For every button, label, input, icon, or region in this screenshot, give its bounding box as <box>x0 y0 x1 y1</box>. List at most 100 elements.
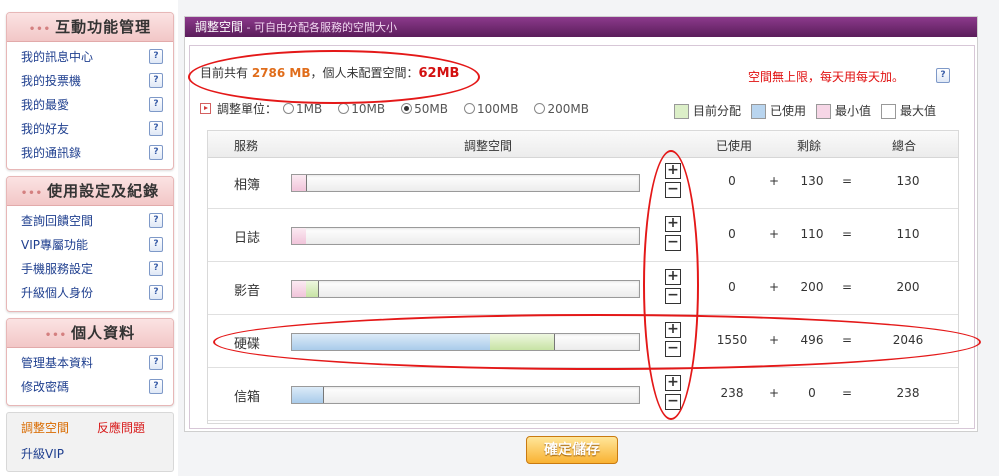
total-value: 110 <box>896 227 920 241</box>
radio-10mb[interactable]: 10MB <box>338 102 385 116</box>
save-button[interactable]: 確定儲存 <box>526 436 618 464</box>
menu-item-feedback-space[interactable]: 查詢回饋空間? <box>7 208 173 232</box>
table-row: 硬碟 + − 1550 + 496 = 2046 <box>208 317 958 368</box>
remaining-value: 0 <box>808 386 816 400</box>
table-row: 影音 + − 0 + 200 = 200 <box>208 264 958 315</box>
arrow-right-icon <box>200 103 211 114</box>
total-space: 2786 MB <box>251 66 311 80</box>
link-adjust-space[interactable]: 調整空間 <box>21 419 69 436</box>
remaining-value: 130 <box>800 174 824 188</box>
service-name: 影音 <box>234 284 261 299</box>
header-remaining: 剩餘 <box>797 139 822 153</box>
menu-item-profile[interactable]: 管理基本資料? <box>7 350 173 374</box>
minus-button[interactable]: − <box>665 341 681 357</box>
menu-item-upgrade[interactable]: 升級個人身份? <box>7 280 173 304</box>
radio-100mb[interactable]: 100MB <box>463 102 518 116</box>
space-summary: 目前共有 2786 MB，個人未配置空間：62MB <box>200 64 459 81</box>
bar-alloc-segment <box>306 281 318 297</box>
adjust-buttons: + − <box>665 269 681 307</box>
adjust-buttons: + − <box>665 163 681 201</box>
panel-title: ••• 使用設定及紀錄 <box>7 177 173 206</box>
help-icon[interactable]: ? <box>149 378 163 394</box>
menu-item-vote[interactable]: 我的投票機? <box>7 68 173 92</box>
summary-middle: ，個人未配置空間： <box>310 66 419 80</box>
remaining-value: 110 <box>800 227 824 241</box>
menu-item-mobile[interactable]: 手機服務設定? <box>7 256 173 280</box>
menu-item-vip[interactable]: VIP專屬功能? <box>7 232 173 256</box>
help-icon[interactable]: ? <box>149 212 163 228</box>
link-upgrade-vip[interactable]: 升級VIP <box>21 445 64 462</box>
adjust-buttons: + − <box>665 322 681 360</box>
help-icon[interactable]: ? <box>936 68 950 83</box>
bar-alloc-segment <box>490 334 554 350</box>
panel-profile: ••• 個人資料 管理基本資料? 修改密碼? <box>6 318 174 406</box>
equals-sign: = <box>841 227 853 241</box>
bar-min-segment <box>292 228 306 244</box>
help-icon[interactable]: ? <box>149 354 163 370</box>
legend: 目前分配 已使用 最小值 最大值 <box>674 102 936 119</box>
plus-button[interactable]: + <box>665 322 681 338</box>
bar-alloc-marker <box>554 334 555 350</box>
link-report-issue[interactable]: 反應問題 <box>97 419 145 436</box>
service-name: 信箱 <box>234 390 261 405</box>
help-icon[interactable]: ? <box>149 260 163 276</box>
legend-used: 已使用 <box>751 102 806 119</box>
minus-button[interactable]: − <box>665 394 681 410</box>
plus-sign: + <box>768 280 780 294</box>
free-space: 62MB <box>418 66 460 81</box>
help-icon[interactable]: ? <box>149 236 163 252</box>
dots-icon: ••• <box>20 188 44 199</box>
space-slider[interactable] <box>291 280 640 298</box>
legend-max: 最大值 <box>881 102 936 119</box>
minus-button[interactable]: − <box>665 288 681 304</box>
space-slider[interactable] <box>291 227 640 245</box>
panel-title: ••• 互動功能管理 <box>7 13 173 42</box>
bar-used-segment <box>292 387 323 403</box>
radio-50mb[interactable]: 50MB <box>401 102 448 116</box>
plus-button[interactable]: + <box>665 269 681 285</box>
summary-prefix: 目前共有 <box>200 66 252 80</box>
space-slider[interactable] <box>291 333 640 351</box>
service-name: 相簿 <box>234 178 261 193</box>
dots-icon: ••• <box>44 330 68 341</box>
plus-button[interactable]: + <box>665 375 681 391</box>
used-value: 0 <box>728 174 736 188</box>
panel-settings: ••• 使用設定及紀錄 查詢回饋空間? VIP專屬功能? 手機服務設定? 升級個人… <box>6 176 174 312</box>
total-value: 130 <box>896 174 920 188</box>
minus-button[interactable]: − <box>665 235 681 251</box>
table-row: 相簿 + − 0 + 130 = 130 <box>208 158 958 209</box>
help-icon[interactable]: ? <box>149 284 163 300</box>
header-service: 服務 <box>234 139 259 153</box>
space-slider[interactable] <box>291 386 640 404</box>
help-icon[interactable]: ? <box>149 72 163 88</box>
adjust-buttons: + − <box>665 216 681 254</box>
main-panel: 調整空間 - 可自由分配各服務的空間大小 目前共有 2786 MB，個人未配置空… <box>184 16 981 432</box>
menu-item-favorites[interactable]: 我的最愛? <box>7 92 173 116</box>
bar-used-segment <box>292 334 490 350</box>
help-icon[interactable]: ? <box>149 96 163 112</box>
used-value: 238 <box>720 386 744 400</box>
help-icon[interactable]: ? <box>149 144 163 160</box>
page-subtitle: - 可自由分配各服務的空間大小 <box>243 21 397 34</box>
help-icon[interactable]: ? <box>149 48 163 64</box>
header-total: 總合 <box>892 139 917 153</box>
plus-button[interactable]: + <box>665 216 681 232</box>
legend-min: 最小值 <box>816 102 871 119</box>
used-value: 1550 <box>716 333 748 347</box>
space-slider[interactable] <box>291 174 640 192</box>
help-icon[interactable]: ? <box>149 120 163 136</box>
minus-button[interactable]: − <box>665 182 681 198</box>
bar-alloc-marker <box>318 281 319 297</box>
equals-sign: = <box>841 386 853 400</box>
menu-item-contacts[interactable]: 我的通訊錄? <box>7 140 173 164</box>
radio-1mb[interactable]: 1MB <box>283 102 322 116</box>
menu-item-friends[interactable]: 我的好友? <box>7 116 173 140</box>
adjust-buttons: + − <box>665 375 681 413</box>
plus-sign: + <box>768 227 780 241</box>
menu-item-password[interactable]: 修改密碼? <box>7 374 173 398</box>
radio-200mb[interactable]: 200MB <box>534 102 589 116</box>
page-title: 調整空間 - 可自由分配各服務的空間大小 <box>185 17 977 37</box>
menu-item-message-center[interactable]: 我的訊息中心? <box>7 44 173 68</box>
plus-button[interactable]: + <box>665 163 681 179</box>
plus-sign: + <box>768 386 780 400</box>
